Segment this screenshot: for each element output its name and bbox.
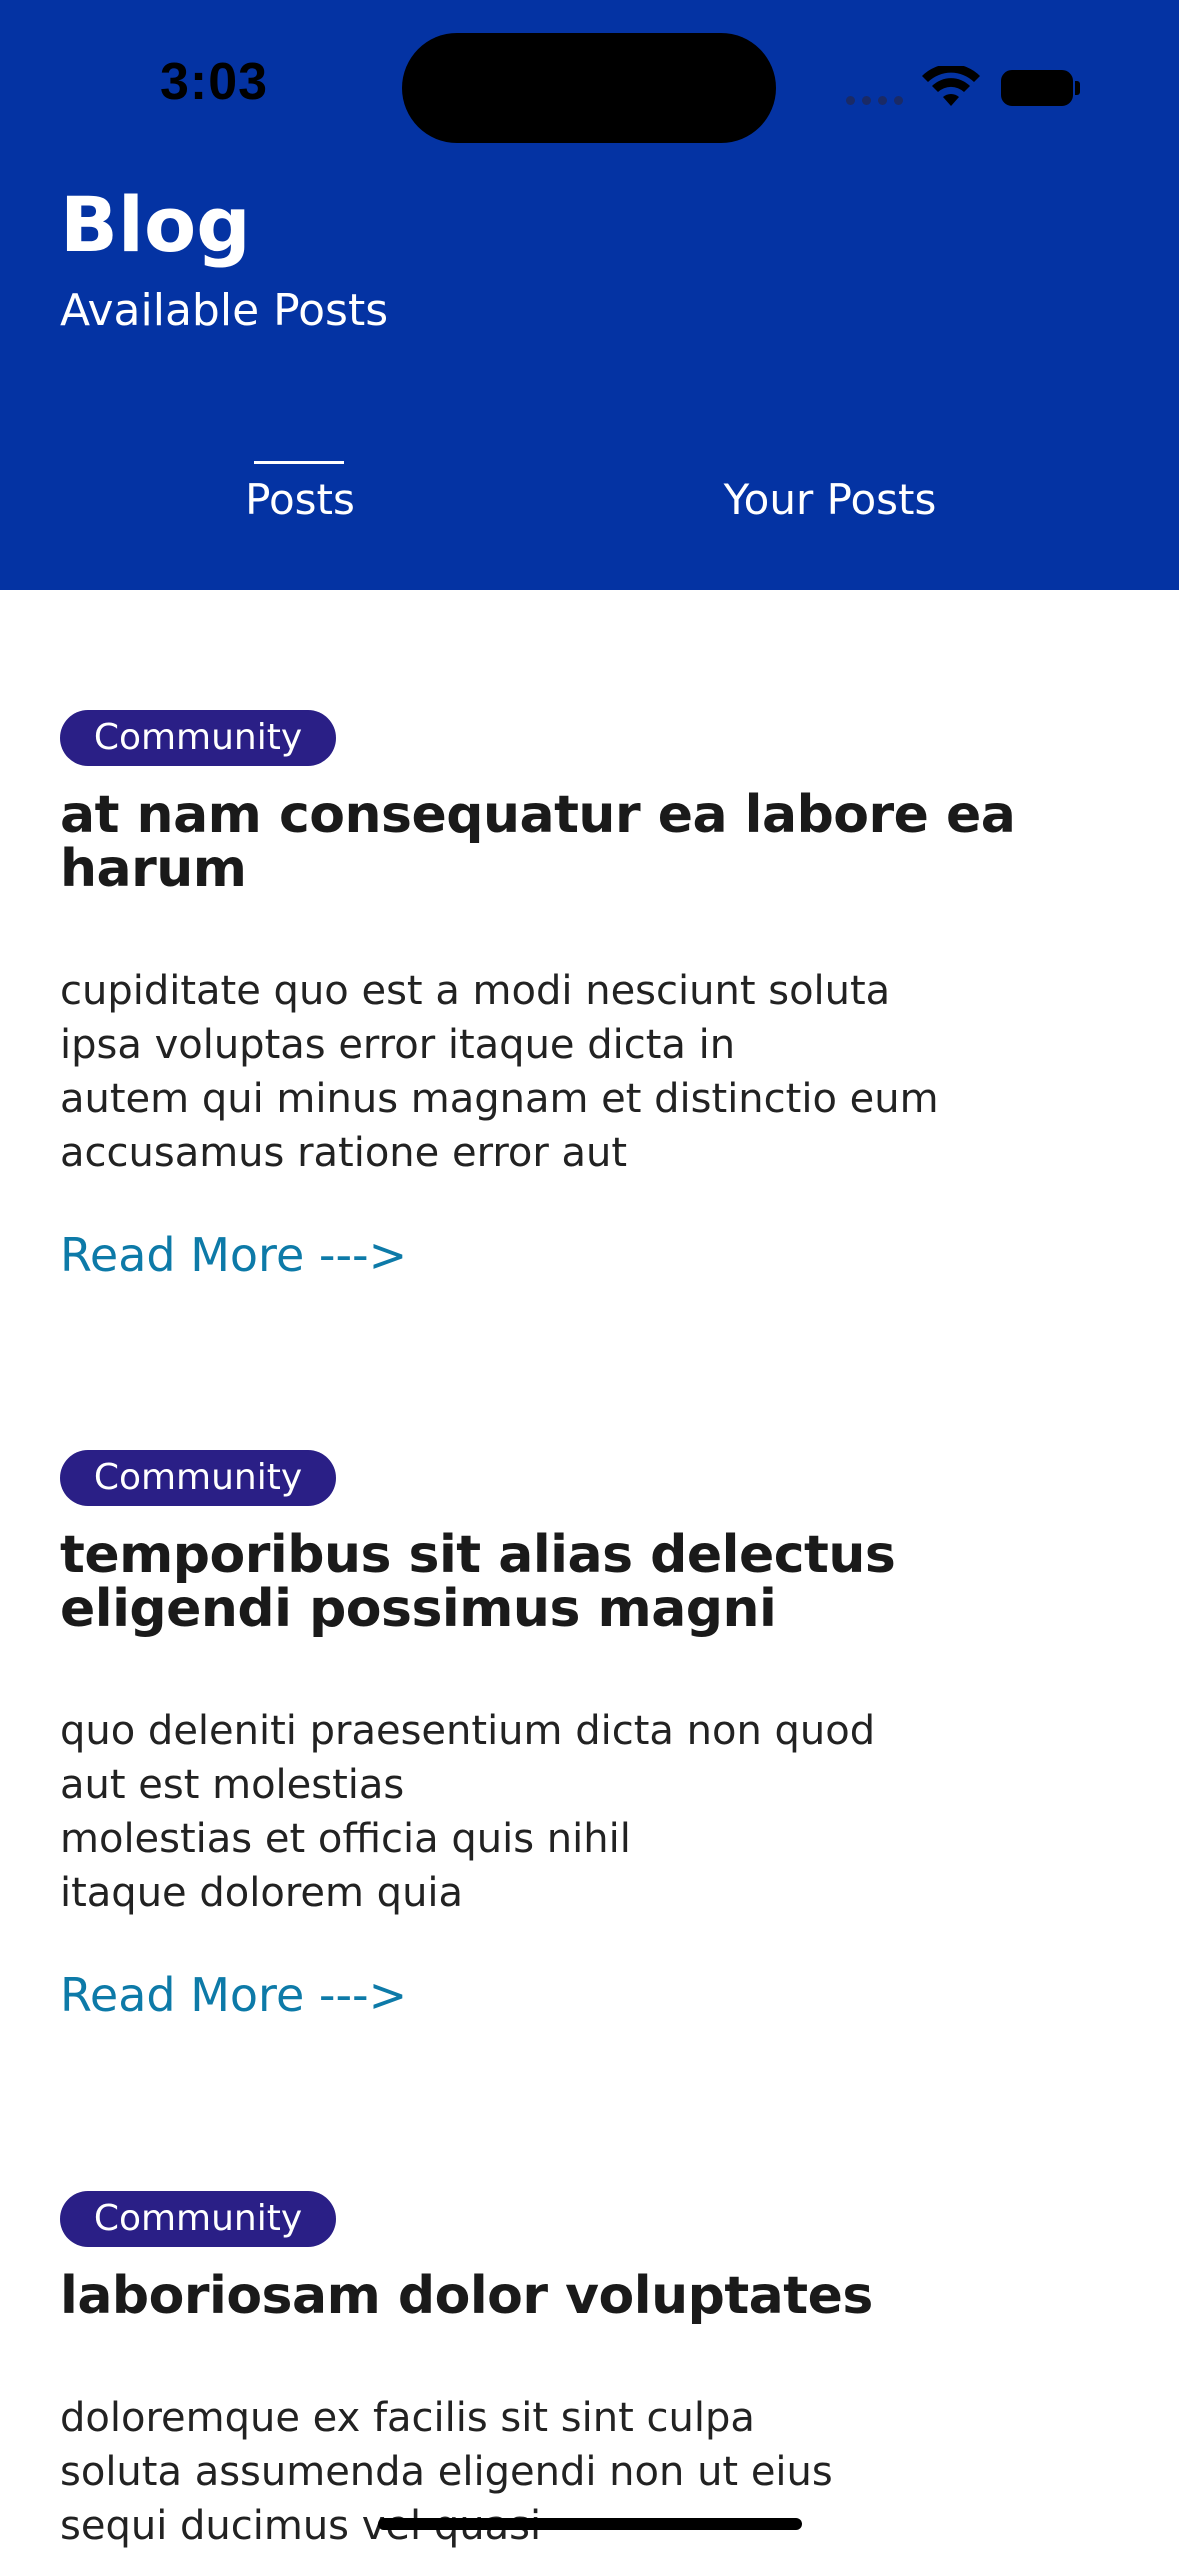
battery-icon bbox=[1001, 70, 1073, 106]
page-subtitle: Available Posts bbox=[60, 285, 389, 336]
excerpt-line: soluta assumenda eligendi non ut eius bbox=[60, 2449, 833, 2495]
battery-nub bbox=[1075, 81, 1080, 95]
excerpt-line: aut est molestias bbox=[60, 1762, 405, 1808]
excerpt-line: doloremque ex facilis sit sint culpa bbox=[60, 2395, 755, 2441]
category-badge: Community bbox=[60, 1450, 336, 1506]
excerpt-line: quo deleniti praesentium dicta non quod bbox=[60, 1708, 876, 1754]
dynamic-island bbox=[402, 33, 776, 143]
excerpt-line: accusamus ratione error aut bbox=[60, 1130, 628, 1176]
post-title: laboriosam dolor voluptates bbox=[60, 2266, 873, 2326]
tab-your-posts[interactable]: Your Posts bbox=[700, 475, 960, 524]
cellular-signal-icon bbox=[846, 96, 906, 108]
excerpt-line: itaque dolorem quia bbox=[60, 1870, 464, 1916]
post-excerpt: quo deleniti praesentium dicta non quod … bbox=[60, 1704, 1140, 1920]
category-badge: Community bbox=[60, 2191, 336, 2247]
excerpt-line: autem qui minus magnam et distinctio eum bbox=[60, 1076, 939, 1122]
post-title: at nam consequatur ea labore ea harum bbox=[60, 785, 1016, 899]
read-more-link[interactable]: Read More ---> bbox=[60, 1228, 407, 1282]
status-time: 3:03 bbox=[160, 53, 269, 111]
home-indicator[interactable] bbox=[378, 2518, 802, 2530]
category-badge: Community bbox=[60, 710, 336, 766]
post-title: temporibus sit alias delectus eligendi p… bbox=[60, 1525, 896, 1639]
post-excerpt: cupiditate quo est a modi nesciunt solut… bbox=[60, 964, 1140, 1180]
page-title: Blog bbox=[60, 180, 251, 269]
tab-selected-indicator bbox=[254, 461, 344, 464]
tab-posts[interactable]: Posts bbox=[180, 475, 420, 524]
excerpt-line: ipsa voluptas error itaque dicta in bbox=[60, 1022, 736, 1068]
read-more-link[interactable]: Read More ---> bbox=[60, 1968, 407, 2022]
excerpt-line: molestias et officia quis nihil bbox=[60, 1816, 631, 1862]
app-header: 3:03 Blog Available Posts Posts Your Pos… bbox=[0, 0, 1179, 590]
excerpt-line: cupiditate quo est a modi nesciunt solut… bbox=[60, 968, 891, 1014]
wifi-icon bbox=[922, 66, 980, 106]
